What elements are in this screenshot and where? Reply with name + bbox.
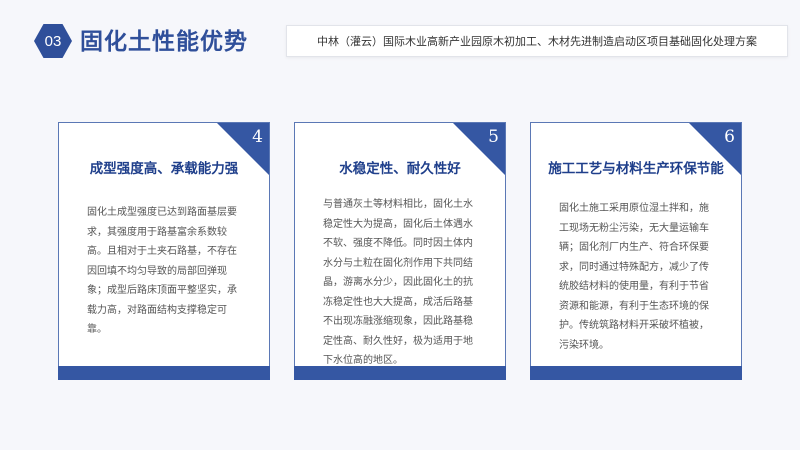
advantage-card-stability: 5 水稳定性、耐久性好 与普通灰土等材料相比，固化土水稳定性大为提高，固化后土体…: [294, 122, 506, 380]
page-title: 固化土性能优势: [80, 29, 248, 55]
card-bottom-bar: [530, 366, 742, 380]
card-text: 固化土成型强度已达到路面基层要求，其强度用于路基富余系数较高。且相对于土夹石路基…: [87, 207, 237, 335]
card-title: 水稳定性、耐久性好: [339, 161, 461, 177]
card-title: 施工工艺与材料生产环保节能: [548, 161, 724, 177]
card-bottom-bar: [294, 366, 506, 380]
card-number: 6: [724, 127, 735, 147]
header: 03 固化土性能优势 中林（灌云）国际木业高新产业园原木初加工、木材先进制造启动…: [0, 0, 800, 80]
card-number: 4: [252, 127, 263, 147]
advantage-card-strength: 4 成型强度高、承载能力强 固化土成型强度已达到路面基层要求，其强度用于路基富余…: [58, 122, 270, 380]
advantage-card-eco: 6 施工工艺与材料生产环保节能 固化土施工采用原位湿土拌和，施工现场无粉尘污染，…: [530, 122, 742, 380]
card-text: 与普通灰土等材料相比，固化土水稳定性大为提高，固化后土体遇水不软、强度不降低。同…: [323, 199, 473, 366]
project-subtitle: 中林（灌云）国际木业高新产业园原木初加工、木材先进制造启动区项目基础固化处理方案: [317, 35, 757, 48]
card-title: 成型强度高、承载能力强: [89, 161, 239, 177]
card-number: 5: [488, 127, 499, 147]
section-number-badge: 03: [34, 24, 72, 58]
card-text: 固化土施工采用原位湿土拌和，施工现场无粉尘污染，无大量运输车辆；固化剂厂内生产、…: [559, 203, 709, 351]
section-number: 03: [44, 32, 62, 50]
project-subtitle-box: 中林（灌云）国际木业高新产业园原木初加工、木材先进制造启动区项目基础固化处理方案: [286, 25, 788, 57]
card-bottom-bar: [58, 366, 270, 380]
